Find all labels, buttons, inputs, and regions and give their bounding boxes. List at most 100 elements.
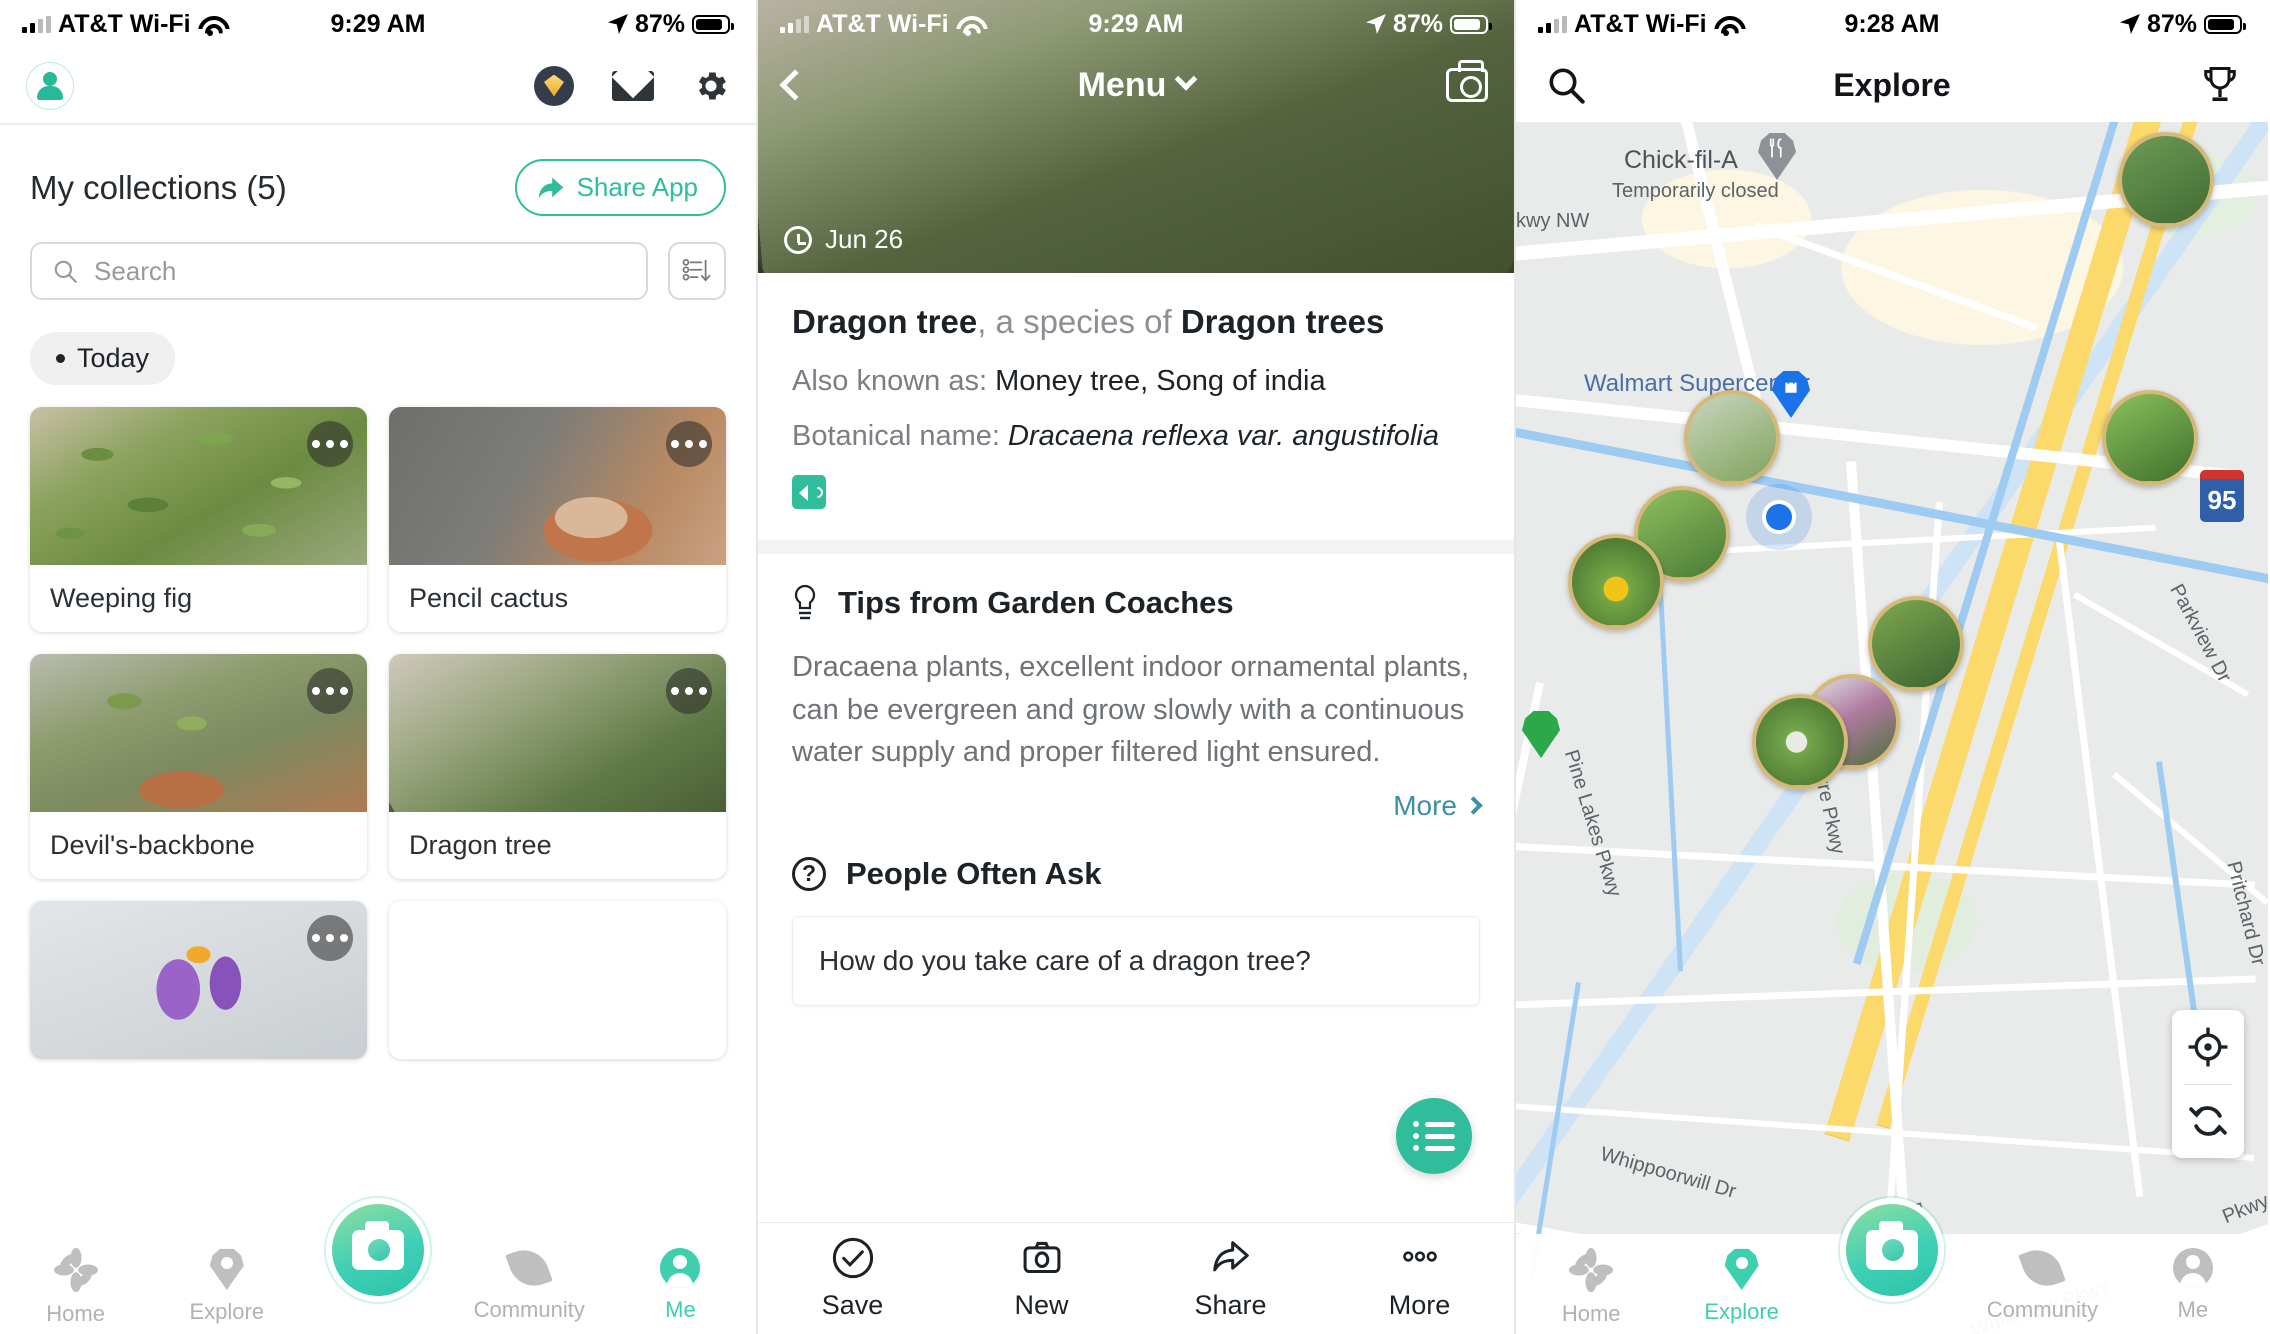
status-bar-1: AT&T Wi-Fi 9:29 AM 87% (0, 0, 756, 48)
tab-explore[interactable]: Explore (151, 1248, 302, 1325)
collection-card[interactable]: Dragon tree (389, 654, 726, 879)
camera-capture-button-1[interactable] (326, 1198, 430, 1302)
action-label: Save (821, 1290, 884, 1320)
carrier-label: AT&T Wi-Fi (1574, 9, 1707, 38)
collection-card[interactable]: Devil's-backbone (30, 654, 367, 879)
action-label: More (1388, 1290, 1451, 1320)
battery-percent-label: 87% (634, 9, 685, 38)
tips-more-button[interactable]: More (792, 789, 1483, 822)
card-more-options-button[interactable] (307, 668, 353, 714)
premium-gem-icon[interactable] (534, 65, 574, 106)
map-photo-pin[interactable] (1752, 694, 1848, 790)
menu-dropdown-button[interactable]: Menu (758, 66, 1514, 105)
plant-thumbnail (389, 407, 726, 565)
today-label: Today (77, 343, 150, 373)
status-bar-3: AT&T Wi-Fi 9:28 AM 87% (1516, 0, 2268, 48)
date-label: Jun 26 (825, 224, 904, 254)
share-button[interactable]: Share (1136, 1236, 1325, 1321)
share-arrow-icon (538, 177, 563, 198)
plant-name-label: Dragon tree (409, 830, 552, 860)
botanical-label: Botanical name: (792, 420, 1009, 452)
page-title: My collections (5) (30, 168, 287, 206)
profile-avatar-button[interactable] (26, 61, 74, 110)
question-mark-icon: ? (792, 856, 826, 891)
today-chip[interactable]: Today (30, 332, 176, 385)
collection-card[interactable]: Pencil cactus (389, 407, 726, 632)
speaker-audio-icon[interactable] (792, 475, 826, 509)
plant-name-label: Devil's-backbone (50, 830, 255, 860)
plant-info-block: Dragon tree, a species of Dragon trees A… (758, 273, 1514, 540)
map-controls (2172, 1010, 2244, 1158)
map-photo-pin[interactable] (2102, 390, 2198, 486)
person-icon (2172, 1248, 2213, 1288)
tab-explore[interactable]: Explore (1666, 1248, 1816, 1325)
toc-list-button[interactable] (1396, 1098, 1472, 1174)
tab-home[interactable]: Home (0, 1248, 151, 1327)
tab-home[interactable]: Home (1516, 1248, 1666, 1327)
location-arrow-icon (2119, 14, 2140, 34)
card-more-options-button[interactable] (307, 421, 353, 467)
camera-capture-button-3[interactable] (1840, 1198, 1944, 1302)
hero-nav: Menu (758, 52, 1514, 118)
faq-heading-row: ? People Often Ask (792, 856, 1480, 892)
tab-me[interactable]: Me (2118, 1248, 2268, 1323)
faq-section: ? People Often Ask (758, 822, 1514, 892)
sort-descending-icon (682, 259, 711, 282)
signal-bars-icon (1538, 15, 1567, 33)
refresh-button[interactable] (2172, 1085, 2244, 1159)
battery-icon (1450, 14, 1492, 34)
map-canvas[interactable]: Chick-fil-A Temporarily closed kwy NW Wa… (1516, 122, 2268, 1334)
map-photo-pin[interactable] (2118, 132, 2214, 228)
search-input[interactable]: Search (30, 242, 648, 300)
clock-icon (784, 225, 812, 254)
tips-section: Tips from Garden Coaches Dracaena plants… (758, 554, 1514, 822)
collection-card[interactable]: Weeping fig (30, 407, 367, 632)
settings-gear-icon[interactable] (692, 67, 730, 105)
bullet-dot-icon (56, 354, 65, 363)
map-photo-pin[interactable] (1568, 534, 1664, 630)
check-circle-icon (832, 1237, 873, 1279)
faq-heading: People Often Ask (846, 855, 1102, 891)
plant-common-name: Dragon tree (792, 303, 978, 340)
location-arrow-icon (1365, 14, 1386, 34)
also-known-row: Also known as: Money tree, Song of india (792, 365, 1480, 398)
plant-name-label: Pencil cactus (409, 583, 569, 613)
tab-me[interactable]: Me (605, 1248, 756, 1323)
tab-label: Community (473, 1297, 585, 1322)
plant-thumbnail (30, 407, 367, 565)
also-known-label: Also known as: (792, 365, 996, 397)
more-label: More (1393, 789, 1457, 821)
explore-nav-bar: Explore (1516, 48, 2268, 122)
faq-question-item[interactable]: How do you take care of a dragon tree? (792, 915, 1480, 1006)
refresh-icon (2189, 1106, 2227, 1137)
map-photo-pin[interactable] (1684, 390, 1780, 486)
save-button[interactable]: Save (758, 1236, 947, 1321)
card-more-options-button[interactable] (666, 668, 712, 714)
page-title: Explore (1833, 66, 1951, 103)
map-photo-pin[interactable] (1868, 596, 1964, 692)
share-app-button[interactable]: Share App (514, 159, 726, 216)
botanical-row: Botanical name: Dracaena reflexa var. an… (792, 420, 1480, 453)
tab-label: Home (46, 1301, 105, 1326)
collection-card[interactable] (389, 901, 726, 1059)
camera-icon (1023, 1241, 1060, 1274)
new-photo-button[interactable]: New (947, 1236, 1136, 1321)
mail-icon[interactable] (612, 70, 654, 101)
map-label-status: Temporarily closed (1612, 180, 1779, 202)
also-known-value: Money tree, Song of india (995, 365, 1326, 397)
location-arrow-icon (607, 14, 628, 34)
tab-label: Explore (1704, 1299, 1779, 1324)
tab-community[interactable]: Community (454, 1243, 605, 1323)
more-button[interactable]: More (1325, 1236, 1514, 1321)
collection-card[interactable] (30, 901, 367, 1059)
tab-community[interactable]: Community (1967, 1243, 2117, 1323)
collection-grid: Weeping fig Pencil cactus Devil's-backbo… (0, 385, 756, 1059)
recenter-button[interactable] (2172, 1010, 2244, 1084)
card-more-options-button[interactable] (307, 915, 353, 961)
shopping-bag-icon (1785, 378, 1797, 393)
sort-button[interactable] (668, 242, 726, 300)
plant-name-label: Weeping fig (50, 583, 193, 613)
camera-button[interactable] (1446, 60, 1488, 102)
card-more-options-button[interactable] (666, 421, 712, 467)
share-app-label: Share App (576, 172, 698, 202)
